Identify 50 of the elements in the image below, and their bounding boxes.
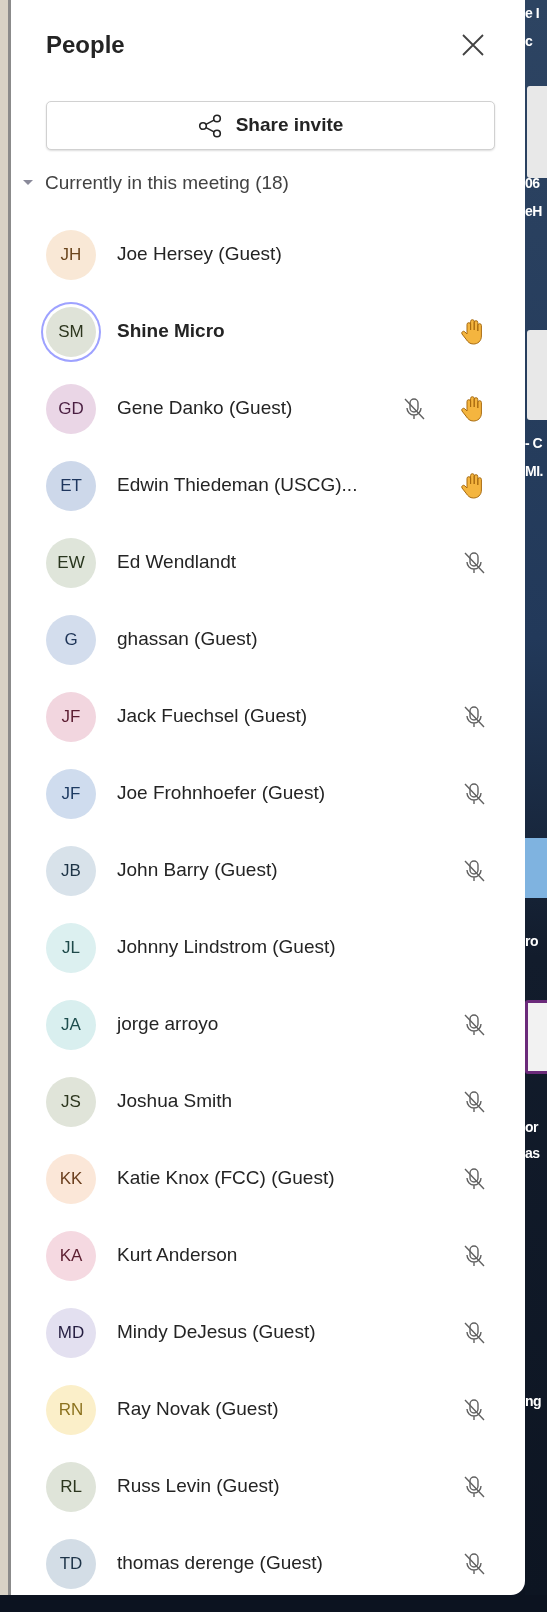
share-invite-button[interactable]: Share invite [46,101,495,150]
participant-name: jorge arroyo [117,1012,220,1037]
desktop-label: ng [525,1394,542,1408]
avatar: KA [46,1230,96,1281]
avatar: MD [46,1307,96,1358]
participant-name: Jack Fuechsel (Guest) [117,704,309,729]
desktop-label: MI. [525,464,543,478]
participant-name: Gene Danko (Guest) [117,396,294,421]
participant-name: thomas derenge (Guest) [117,1551,324,1576]
avatar: TD [46,1538,96,1589]
share-icon [197,113,222,138]
participant-name: Russ Levin (Guest) [117,1474,281,1499]
participant-name: Kurt Anderson [117,1243,239,1268]
participant-name: Johnny Lindstrom (Guest) [117,935,337,960]
participant-name: John Barry (Guest) [117,858,279,883]
participant-name: Joe Hersey (Guest) [117,242,283,267]
participant-name: Ed Wendlandt [117,550,237,575]
avatar: KK [46,1153,96,1204]
avatar: RN [46,1384,96,1435]
avatar: ET [46,460,96,511]
avatar: GD [46,383,96,434]
section-heading: Currently in this meeting (18) [45,170,289,195]
avatar: JL [46,922,96,973]
avatar: JF [46,691,96,742]
avatar: JH [46,229,96,280]
desktop-label: - C [525,436,543,450]
participant-name: Mindy DeJesus (Guest) [117,1320,317,1345]
desktop-label: e I [525,6,540,20]
desktop-label: 06 [525,176,540,190]
avatar: RL [46,1461,96,1512]
avatar: JB [46,845,96,896]
document-icon [525,1000,547,1074]
avatar: JA [46,999,96,1050]
avatar: EW [46,537,96,588]
participant-name: Shine Micro [117,319,226,344]
participant-name: Joshua Smith [117,1089,234,1114]
participant-name: Katie Knox (FCC) (Guest) [117,1166,336,1191]
panel-title: People [46,30,125,60]
avatar: G [46,614,96,665]
desktop-label: or [525,1120,538,1134]
desktop-label: ro [525,934,538,948]
desktop-label: c [525,34,533,48]
avatar: JF [46,768,96,819]
participant-name: Edwin Thiedeman (USCG)... [117,473,359,498]
participant-name: ghassan (Guest) [117,627,259,652]
avatar: JS [46,1076,96,1127]
desktop-label: eH [525,204,542,218]
participant-name: Ray Novak (Guest) [117,1397,280,1422]
participant-name: Joe Frohnhoefer (Guest) [117,781,327,806]
desktop-label: as [525,1146,540,1160]
